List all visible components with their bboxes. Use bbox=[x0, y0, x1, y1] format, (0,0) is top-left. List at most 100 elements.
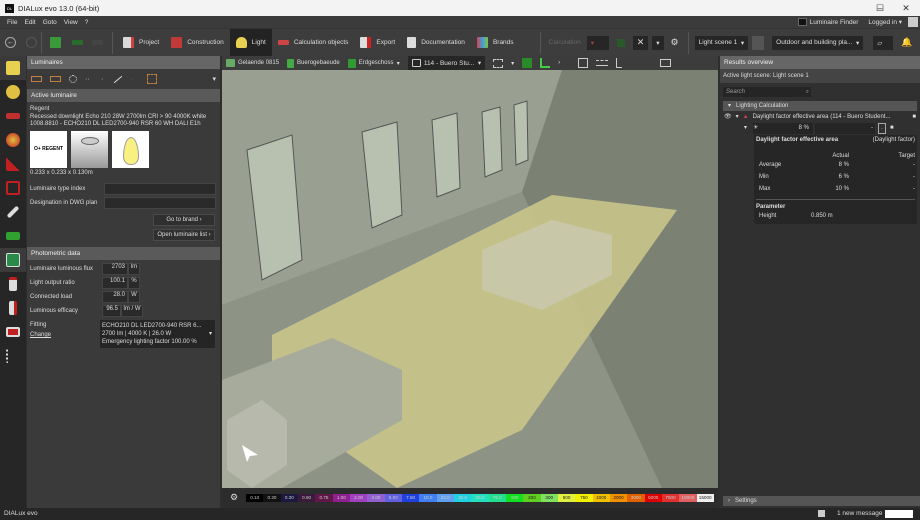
tools-tool[interactable] bbox=[0, 200, 26, 224]
fitting-label: Fitting bbox=[30, 322, 47, 328]
avatar[interactable] bbox=[908, 17, 918, 27]
3d-scene[interactable] bbox=[222, 70, 718, 488]
single-arrangement-icon[interactable] bbox=[31, 76, 42, 82]
scale-cell: 10.0 bbox=[419, 494, 437, 502]
view-mode-icon[interactable]: ▱ bbox=[873, 35, 894, 50]
brand-logo: O+ REGENT bbox=[30, 130, 67, 168]
search-input[interactable]: Search ⌕ bbox=[723, 87, 811, 97]
plan-select[interactable]: Outdoor and building pla... ▾ bbox=[772, 35, 864, 50]
tab-light[interactable]: Light bbox=[229, 28, 272, 57]
calculation-object-row[interactable]: 👁 ▾ ▲ Daylight factor effective area (114 -… bbox=[720, 111, 920, 123]
redo-icon[interactable] bbox=[92, 40, 103, 45]
sign-tool[interactable] bbox=[0, 248, 26, 272]
type-index-input[interactable] bbox=[104, 182, 216, 195]
change-link[interactable]: Change bbox=[30, 330, 100, 340]
save-icon[interactable] bbox=[50, 37, 61, 48]
dot-icon[interactable]: · bbox=[101, 76, 105, 83]
light-scene-edit-icon[interactable] bbox=[752, 35, 765, 50]
light-scene-select[interactable]: Light scene 1 ▾ bbox=[694, 35, 749, 50]
close-button[interactable]: ✕ bbox=[892, 0, 920, 16]
door-tool[interactable] bbox=[0, 296, 26, 320]
go-to-brand-button[interactable]: Go to brand › bbox=[153, 214, 215, 226]
new-message-link[interactable]: 1 new message bbox=[837, 508, 883, 520]
3d-view-icon[interactable] bbox=[522, 58, 533, 68]
view-more[interactable]: › bbox=[558, 60, 560, 66]
tab-project[interactable]: Project bbox=[117, 29, 165, 57]
exit-sign-icon bbox=[6, 253, 20, 267]
open-luminaire-list-button[interactable]: Open luminaire list › bbox=[153, 229, 215, 241]
selection-dropdown[interactable]: ▾ bbox=[511, 60, 514, 67]
network-tool[interactable] bbox=[0, 344, 26, 368]
efficacy-value: 96.5 bbox=[102, 305, 121, 317]
bell-icon[interactable]: 🔔 bbox=[901, 37, 912, 48]
menu-edit[interactable]: Edit bbox=[24, 19, 35, 26]
login-menu[interactable]: Logged in ▾ bbox=[868, 18, 902, 26]
replace-icon[interactable] bbox=[147, 74, 157, 84]
calculation-button[interactable]: Calculation bbox=[549, 39, 581, 46]
measure-icon[interactable] bbox=[596, 60, 609, 66]
menu-goto[interactable]: Goto bbox=[43, 19, 57, 26]
plan-view-icon[interactable] bbox=[540, 58, 551, 68]
window-tool[interactable] bbox=[0, 320, 26, 344]
breadcrumb-site[interactable]: Gelaende 0815 bbox=[226, 59, 279, 67]
wand-icon[interactable] bbox=[113, 75, 123, 83]
fitting-select[interactable]: ECHO210 DL LED2700-940 RSR 6... 2700 lm … bbox=[100, 320, 215, 348]
arrange-icon bbox=[6, 113, 20, 119]
tab-documentation[interactable]: Documentation bbox=[401, 29, 471, 57]
divider bbox=[687, 31, 689, 54]
menu-file[interactable]: File bbox=[7, 19, 17, 26]
more-dropdown[interactable]: ▾ bbox=[212, 75, 216, 83]
gear-icon[interactable]: ⚙ bbox=[671, 37, 679, 48]
scale-cells: 0.10 0.20 0.30 0.50 0.75 1.00 2.00 3.00 5.00 7.50… bbox=[246, 494, 714, 502]
calculation-dropdown[interactable]: ▾ bbox=[586, 35, 609, 50]
start-calculation-icon[interactable] bbox=[616, 38, 625, 47]
details-button[interactable]: · bbox=[878, 123, 887, 134]
line-arrangement-icon[interactable] bbox=[50, 76, 61, 82]
scale-cell: 0.30 bbox=[280, 494, 298, 502]
luminaire-finder-button[interactable]: Luminaire Finder bbox=[810, 19, 859, 26]
menu-view[interactable]: View bbox=[64, 19, 78, 26]
color-tool[interactable] bbox=[0, 128, 26, 152]
emergency-tool[interactable] bbox=[0, 224, 26, 248]
dimension-icon[interactable] bbox=[616, 58, 623, 68]
tab-construction[interactable]: Construction bbox=[165, 29, 230, 57]
monitor-icon[interactable] bbox=[660, 59, 672, 67]
dwg-input[interactable] bbox=[104, 196, 216, 209]
room-tool[interactable] bbox=[0, 176, 26, 200]
fitting-name: ECHO210 DL LED2700-940 RSR 6... bbox=[102, 323, 202, 329]
circle-arrangement-icon[interactable] bbox=[69, 75, 77, 83]
window-icon bbox=[6, 327, 20, 337]
collapse-icon: ▾ bbox=[728, 103, 732, 109]
scale-settings-icon[interactable]: ⚙ bbox=[230, 492, 238, 503]
forward-icon[interactable] bbox=[26, 37, 37, 48]
scale-cell: 10000 bbox=[679, 494, 697, 502]
tab-label: Documentation bbox=[421, 39, 465, 46]
undo-icon[interactable] bbox=[72, 40, 83, 45]
breadcrumb-building[interactable]: Buerogebaeude bbox=[287, 58, 340, 68]
breadcrumb-storey[interactable]: Erdgeschoss ▾ bbox=[347, 58, 400, 68]
point-arrangement-icon[interactable]: ·· bbox=[85, 76, 93, 83]
control-tool[interactable] bbox=[0, 152, 26, 176]
tab-label: Construction bbox=[187, 39, 224, 46]
menu-help[interactable]: ? bbox=[85, 19, 89, 26]
selection-icon[interactable] bbox=[493, 58, 504, 68]
luminaires-tool[interactable] bbox=[0, 56, 26, 80]
maximize-button[interactable]: ☐ bbox=[866, 0, 894, 16]
photometric-table: Luminaire luminous flux 2703 lm Light outp… bbox=[27, 262, 220, 350]
text-tool[interactable] bbox=[0, 272, 26, 296]
eye-icon[interactable]: 👁 bbox=[724, 111, 732, 123]
settings-section[interactable]: › Settings bbox=[723, 496, 920, 506]
light-tool[interactable] bbox=[0, 80, 26, 104]
3d-viewport[interactable]: Gelaende 0815 Buerogebaeude Erdgeschoss … bbox=[222, 56, 718, 508]
tab-export[interactable]: Export bbox=[354, 29, 401, 57]
cancel-calculation-icon[interactable]: ✕ bbox=[632, 35, 649, 50]
breadcrumb-room[interactable]: 114 - Buero Stu... ▾ bbox=[407, 56, 486, 70]
tab-calculation-objects[interactable]: Calculation objects bbox=[272, 29, 355, 57]
zoom-extents-icon[interactable] bbox=[578, 58, 589, 68]
cancel-dropdown[interactable]: ▾ bbox=[652, 35, 664, 50]
back-icon[interactable]: ← bbox=[5, 37, 16, 48]
tab-brands[interactable]: Brands bbox=[471, 29, 520, 57]
button-label: Go to brand bbox=[166, 217, 198, 223]
lighting-calculation-section[interactable]: ▾ Lighting Calculation bbox=[723, 101, 917, 111]
arrange-tool[interactable] bbox=[0, 104, 26, 128]
